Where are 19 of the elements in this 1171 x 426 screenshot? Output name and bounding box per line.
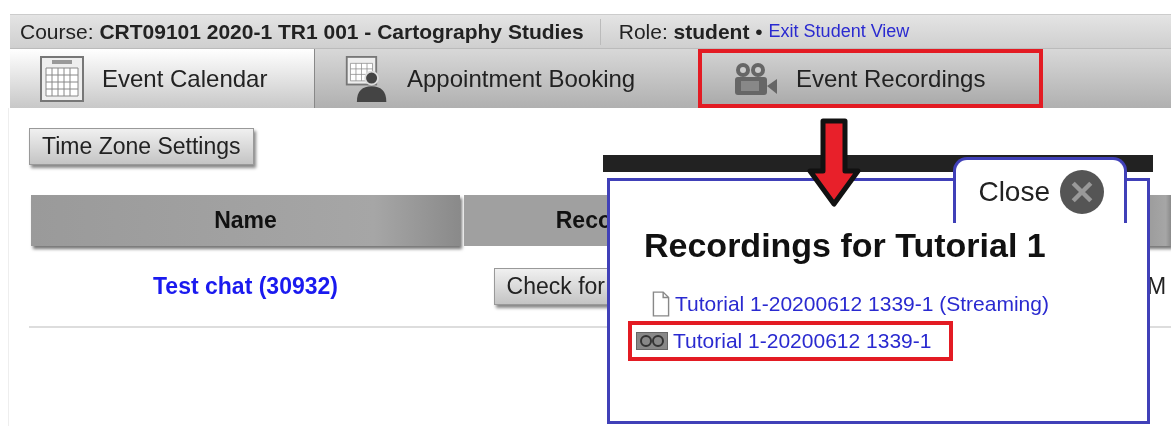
exit-student-view-link[interactable]: Exit Student View: [768, 21, 910, 42]
calendar-icon: [40, 55, 84, 102]
video-camera-icon: [734, 61, 778, 96]
document-icon: [652, 291, 670, 317]
tab[interactable]: Event Recordings: [698, 49, 1043, 108]
cassette-icon: [636, 332, 668, 350]
tab[interactable]: Event Calendar: [10, 49, 315, 108]
event-name-link[interactable]: Test chat (30932): [153, 272, 338, 300]
close-icon: [1060, 169, 1104, 214]
popup-title: Recordings for Tutorial 1: [644, 226, 1047, 265]
role-text: Role: student •: [618, 19, 763, 44]
tab[interactable]: Appointment Booking: [315, 49, 698, 108]
recording-link[interactable]: Tutorial 1-20200612 1339-1: [673, 329, 932, 353]
column-header[interactable]: Name: [31, 195, 460, 246]
calendar-person-icon: [345, 55, 389, 102]
close-button[interactable]: Close: [953, 157, 1127, 223]
course-title: Course: CRT09101 2020-1 TR1 001 - Cartography Studies: [20, 19, 584, 44]
recording-link[interactable]: Tutorial 1-20200612 1339-1 (Streaming): [675, 292, 1049, 316]
time-zone-settings-button[interactable]: Time Zone Settings: [29, 128, 254, 165]
